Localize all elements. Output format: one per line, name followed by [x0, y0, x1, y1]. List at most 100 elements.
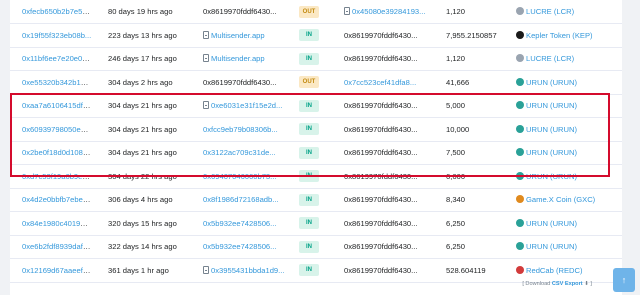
token-link[interactable]: LUCRE (LCR)	[526, 54, 574, 63]
token-logo-icon	[516, 54, 524, 63]
token-link[interactable]: Game.X Coin (GXC)	[526, 195, 595, 204]
age-cell: 304 days 21 hrs ago	[96, 94, 191, 118]
direction-badge: IN	[299, 240, 319, 253]
token-link[interactable]: URUN (URUN)	[526, 172, 577, 181]
age-text: 306 days 4 hrs ago	[108, 195, 173, 205]
from-address[interactable]: Multisender.app	[211, 54, 265, 63]
age-text: 304 days 21 hrs ago	[108, 101, 177, 111]
table-row: 0x60939798050ea6... 304 days 21 hrs ago 0x…	[10, 118, 622, 142]
from-address[interactable]: 0x69407046660b73...	[203, 172, 276, 181]
from-cell: 0x8f1986d72168adb...	[191, 188, 299, 212]
token-link[interactable]: URUN (URUN)	[526, 148, 577, 157]
quantity-text: 1,120	[446, 54, 466, 64]
contract-icon	[203, 30, 209, 39]
csv-export-link[interactable]: CSV Export	[552, 281, 583, 287]
direction-badge: IN	[299, 217, 319, 230]
direction-cell: IN	[299, 47, 332, 71]
quantity-cell: 10,000	[434, 118, 504, 142]
token-transfers-card: 0xfecb650b2b7e5cc... 80 days 19 hrs ago 0x…	[10, 0, 622, 295]
to-cell: 0x8619970fddf6430...	[332, 47, 434, 71]
to-address[interactable]: 0x45080e39284193...	[352, 7, 425, 16]
direction-cell: IN	[299, 24, 332, 48]
age-text: 320 days 15 hrs ago	[108, 218, 177, 228]
table-row: 0x11bf6ee7e20e08b... 246 days 17 hrs ago M…	[10, 47, 622, 71]
txn-hash-cell: 0x84e1980c40193e...	[10, 212, 96, 236]
txn-hash-cell: 0x19f55f323eb08b...	[10, 24, 96, 48]
txn-hash-link[interactable]: 0x19f55f323eb08b...	[22, 31, 91, 40]
txn-hash-link[interactable]: 0x4d2e0bbfb7ebead...	[22, 195, 96, 204]
csv-download: [ Download CSV Export ⬇ ]	[522, 281, 592, 287]
quantity-text: 7,955.2150857	[446, 30, 497, 40]
from-address[interactable]: 0x5b932ee7428506...	[203, 219, 276, 228]
txn-hash-link[interactable]: 0xfecb650b2b7e5cc...	[22, 7, 96, 16]
from-address[interactable]: 0x3955431bbda1d9...	[211, 266, 284, 275]
txn-hash-link[interactable]: 0x12169d67aaeefe0...	[22, 266, 96, 275]
quantity-text: 7,500	[446, 148, 466, 158]
quantity-cell: 41,666	[434, 71, 504, 95]
token-logo-icon	[516, 242, 524, 251]
txn-hash-cell: 0xfecb650b2b7e5cc...	[10, 0, 96, 24]
to-address[interactable]: 0x7cc523cef41dfa8...	[344, 78, 416, 87]
age-cell: 304 days 2 hrs ago	[96, 71, 191, 95]
txn-hash-link[interactable]: 0xaa7a6106415df7c...	[22, 101, 96, 110]
quantity-text: 6,250	[446, 218, 466, 228]
to-address: 0x8619970fddf6430...	[344, 218, 418, 228]
token-logo-icon	[516, 265, 524, 274]
direction-cell: IN	[299, 259, 332, 283]
from-address[interactable]: 0xe6031e31f15e2d...	[211, 101, 282, 110]
age-text: 80 days 19 hrs ago	[108, 7, 173, 16]
from-address[interactable]: Multisender.app	[211, 31, 265, 40]
age-cell: 80 days 19 hrs ago	[96, 0, 191, 24]
from-cell: 0x3122ac709c31de...	[191, 141, 299, 165]
quantity-cell: 1,120	[434, 0, 504, 24]
txn-hash-link[interactable]: 0xd7c53f19a6b9edf...	[22, 172, 95, 181]
txn-hash-link[interactable]: 0x2be0f18d0d1088c...	[22, 148, 96, 157]
table-row: 0xe55320b342b10b... 304 days 2 hrs ago 0x8…	[10, 71, 622, 95]
txn-hash-link[interactable]: 0x60939798050ea6...	[22, 125, 95, 134]
from-address[interactable]: 0x5b932ee7428506...	[203, 242, 276, 251]
quantity-cell: 5,000	[434, 94, 504, 118]
scroll-to-top-button[interactable]: ↑	[613, 268, 635, 292]
contract-icon	[344, 7, 350, 15]
txn-hash-link[interactable]: 0x84e1980c40193e...	[22, 219, 95, 228]
age-cell: 320 days 15 hrs ago	[96, 212, 191, 236]
txn-hash-cell: 0x60939798050ea6...	[10, 118, 96, 142]
direction-badge: IN	[299, 29, 319, 42]
to-cell: 0x8619970fddf6430...	[332, 118, 434, 142]
direction-badge: OUT	[299, 5, 319, 18]
txn-hash-link[interactable]: 0x11bf6ee7e20e08b...	[22, 54, 96, 63]
to-address: 0x8619970fddf6430...	[344, 242, 418, 252]
from-cell: 0x8619970fddf6430...	[191, 0, 299, 24]
transfers-table: 0xfecb650b2b7e5cc... 80 days 19 hrs ago 0x…	[10, 0, 622, 283]
token-link[interactable]: URUN (URUN)	[526, 242, 577, 251]
quantity-cell: 7,955.2150857	[434, 24, 504, 48]
token-link[interactable]: URUN (URUN)	[526, 101, 577, 110]
token-link[interactable]: LUCRE (LCR)	[526, 7, 574, 16]
age-cell: 304 days 22 hrs ago	[96, 165, 191, 189]
direction-badge: IN	[299, 170, 319, 183]
to-address: 0x8619970fddf6430...	[344, 101, 418, 111]
to-cell: 0x8619970fddf6430...	[332, 259, 434, 283]
from-address[interactable]: 0x8f1986d72168adb...	[203, 195, 279, 204]
token-link[interactable]: URUN (URUN)	[526, 78, 577, 87]
to-address: 0x8619970fddf6430...	[344, 148, 418, 158]
token-link[interactable]: RedCab (REDC)	[526, 266, 583, 275]
token-logo-icon	[516, 77, 524, 86]
txn-hash-link[interactable]: 0xe55320b342b10b...	[22, 78, 95, 87]
quantity-cell: 6,666	[434, 165, 504, 189]
token-link[interactable]: Kepler Token (KEP)	[526, 31, 593, 40]
to-cell: 0x8619970fddf6430...	[332, 212, 434, 236]
quantity-text: 1,120	[446, 7, 466, 16]
from-address[interactable]: 0x3122ac709c31de...	[203, 148, 276, 157]
txn-hash-link[interactable]: 0xe6b2fdf8939dafc6...	[22, 242, 96, 251]
token-link[interactable]: URUN (URUN)	[526, 219, 577, 228]
direction-cell: OUT	[299, 0, 332, 24]
quantity-text: 10,000	[446, 124, 470, 134]
contract-icon	[203, 265, 209, 274]
to-cell: 0x45080e39284193...	[332, 0, 434, 24]
token-link[interactable]: URUN (URUN)	[526, 125, 577, 134]
from-address: 0x8619970fddf6430...	[203, 7, 277, 16]
token-logo-icon	[516, 30, 524, 39]
from-address[interactable]: 0xfcc9eb79b08306b...	[203, 125, 278, 134]
token-cell: URUN (URUN)	[504, 235, 622, 259]
